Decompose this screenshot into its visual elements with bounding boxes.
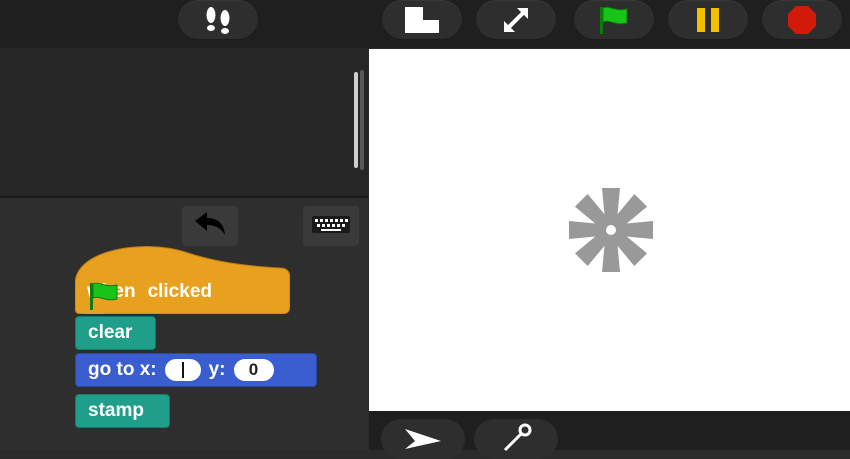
clear-block[interactable]: clear (75, 316, 156, 350)
y-label: y: (208, 359, 226, 380)
turtle-sprite-button[interactable] (381, 419, 465, 459)
green-flag-icon (597, 5, 631, 35)
text-cursor (181, 362, 184, 378)
palette (0, 48, 368, 196)
stop-button[interactable] (762, 0, 842, 40)
palette-scroll-track (360, 70, 364, 170)
go-to-x-label: go to x: (88, 359, 157, 380)
green-flag-button[interactable] (574, 0, 654, 40)
footprints-button[interactable] (178, 0, 258, 40)
undo-arrow-icon (191, 210, 229, 243)
go-to-xy-block[interactable]: go to x: y: 0 (75, 353, 317, 387)
hat-clicked-label: clicked (147, 281, 212, 302)
paint-brush-button[interactable] (474, 419, 558, 459)
pause-button[interactable] (668, 0, 748, 40)
paintbrush-icon (499, 422, 533, 457)
fullscreen-button[interactable] (476, 0, 556, 40)
sprite-gear-icon[interactable] (566, 186, 656, 274)
undo-button[interactable] (182, 206, 238, 246)
stop-octagon-icon (787, 5, 817, 35)
expand-arrows-icon (501, 5, 531, 35)
stage-size-button[interactable] (382, 0, 462, 40)
stage-size-icon (404, 6, 440, 34)
footprints-icon (199, 6, 237, 34)
keyboard-entry-button[interactable] (303, 206, 359, 246)
x-input[interactable] (164, 359, 201, 381)
clear-label: clear (88, 322, 133, 343)
when-flag-clicked-block[interactable]: when clicked (75, 244, 290, 314)
arrow-turtle-icon (403, 425, 443, 454)
palette-scrollbar[interactable] (354, 72, 358, 168)
pause-icon (694, 7, 722, 33)
stamp-block[interactable]: stamp (75, 394, 170, 428)
y-input[interactable]: 0 (233, 359, 274, 381)
stamp-label: stamp (88, 400, 144, 421)
toolbar (0, 0, 850, 48)
keyboard-icon (311, 212, 351, 241)
